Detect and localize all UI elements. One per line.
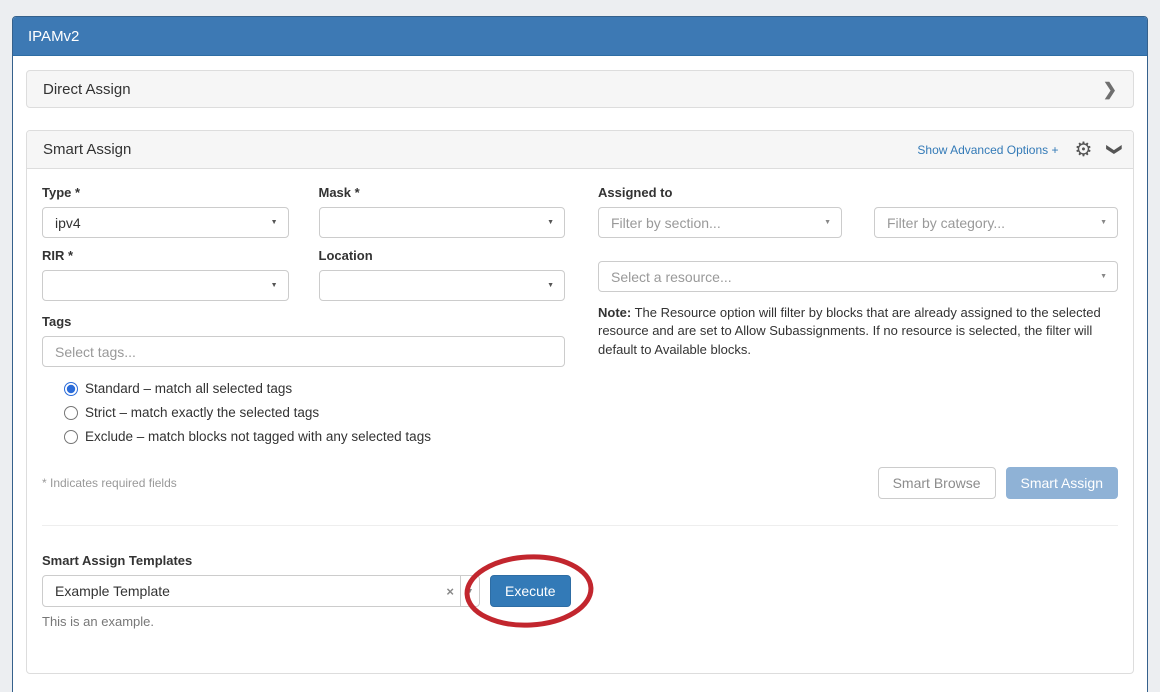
rir-select[interactable]: ▼ [42, 270, 289, 301]
smart-browse-button[interactable]: Smart Browse [878, 467, 996, 499]
tag-match-radios: Standard – match all selected tags Stric… [64, 381, 565, 444]
location-select[interactable]: ▼ [319, 270, 566, 301]
type-select[interactable]: ipv4 ▼ [42, 207, 289, 238]
filter-section-placeholder: Filter by section... [611, 215, 721, 231]
filter-section-select[interactable]: Filter by section... ▼ [598, 207, 842, 238]
execute-button[interactable]: Execute [490, 575, 571, 607]
caret-down-icon: ▼ [1100, 273, 1107, 280]
smart-assign-panel-header: Smart Assign Show Advanced Options + ⚙ ❯ [27, 131, 1133, 169]
radio-exclude-input[interactable] [64, 430, 78, 444]
ipam-panel-body: Direct Assign ❯ Smart Assign Show Advanc… [13, 56, 1147, 688]
location-label: Location [319, 248, 566, 263]
radio-exclude-label[interactable]: Exclude – match blocks not tagged with a… [85, 429, 431, 444]
ipam-panel-header: IPAMv2 [13, 17, 1147, 56]
filter-category-select[interactable]: Filter by category... ▼ [874, 207, 1118, 238]
caret-down-icon: ▼ [1100, 219, 1107, 226]
direct-assign-title: Direct Assign [43, 81, 131, 98]
radio-strict-input[interactable] [64, 406, 78, 420]
radio-strict[interactable]: Strict – match exactly the selected tags [64, 405, 565, 420]
tags-label: Tags [42, 314, 565, 329]
ipam-panel: IPAMv2 Direct Assign ❯ Smart Assign Show… [12, 16, 1148, 692]
resource-select-placeholder: Select a resource... [611, 269, 732, 285]
template-description: This is an example. [42, 614, 1118, 629]
caret-down-icon: ▼ [824, 219, 831, 226]
direct-assign-panel-header[interactable]: Direct Assign ❯ [26, 70, 1134, 108]
note-prefix: Note: [598, 305, 631, 320]
template-select[interactable]: Example Template × ▼ [42, 575, 480, 607]
clear-selection-icon[interactable]: × [440, 584, 460, 599]
caret-down-icon: ▼ [467, 588, 474, 595]
smart-assign-button[interactable]: Smart Assign [1006, 467, 1118, 499]
app-title: IPAMv2 [28, 28, 79, 45]
note-text: The Resource option will filter by block… [598, 305, 1101, 357]
smart-assign-body: Type * ipv4 ▼ Mask * [27, 169, 1133, 673]
template-select-value: Example Template [43, 583, 440, 599]
radio-standard-input[interactable] [64, 382, 78, 396]
gear-icon[interactable]: ⚙ [1074, 140, 1092, 160]
chevron-down-icon[interactable]: ❯ [1107, 143, 1122, 156]
radio-standard-label[interactable]: Standard – match all selected tags [85, 381, 292, 396]
required-fields-note: * Indicates required fields [42, 476, 177, 490]
chevron-right-icon[interactable]: ❯ [1103, 81, 1117, 98]
caret-down-icon: ▼ [547, 282, 554, 289]
show-advanced-options-link[interactable]: Show Advanced Options + [917, 143, 1058, 157]
assigned-to-label: Assigned to [598, 185, 1118, 200]
radio-exclude[interactable]: Exclude – match blocks not tagged with a… [64, 429, 565, 444]
section-divider [42, 525, 1118, 526]
radio-strict-label[interactable]: Strict – match exactly the selected tags [85, 405, 319, 420]
resource-note: Note: The Resource option will filter by… [598, 304, 1118, 359]
type-select-value: ipv4 [55, 215, 81, 231]
radio-standard[interactable]: Standard – match all selected tags [64, 381, 565, 396]
tags-input[interactable] [42, 336, 565, 367]
caret-down-icon: ▼ [271, 219, 278, 226]
resource-select[interactable]: Select a resource... ▼ [598, 261, 1118, 292]
page: IPAMv2 Direct Assign ❯ Smart Assign Show… [0, 0, 1160, 692]
filter-category-placeholder: Filter by category... [887, 215, 1005, 231]
caret-down-icon: ▼ [271, 282, 278, 289]
type-label: Type * [42, 185, 289, 200]
rir-label: RIR * [42, 248, 289, 263]
template-select-caret[interactable]: ▼ [460, 576, 479, 606]
mask-label: Mask * [319, 185, 566, 200]
templates-section: Smart Assign Templates Example Template … [42, 553, 1118, 629]
templates-label: Smart Assign Templates [42, 553, 1118, 568]
mask-select[interactable]: ▼ [319, 207, 566, 238]
smart-assign-title: Smart Assign [43, 141, 131, 158]
caret-down-icon: ▼ [547, 219, 554, 226]
smart-assign-panel: Smart Assign Show Advanced Options + ⚙ ❯ [26, 130, 1134, 674]
